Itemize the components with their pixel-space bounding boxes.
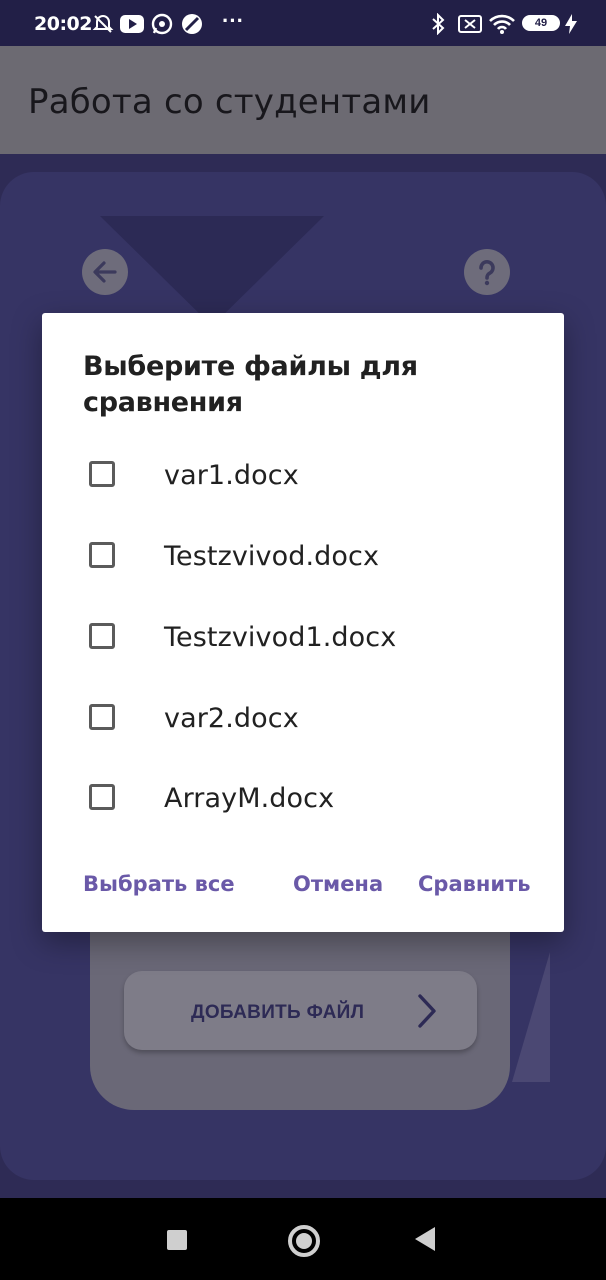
add-file-label: ДОБАВИТЬ ФАЙЛ <box>191 1002 365 1023</box>
home-icon[interactable] <box>288 1225 320 1257</box>
checkbox[interactable] <box>89 704 115 730</box>
chevron-right-icon <box>416 993 438 1034</box>
app-bar: Работа со студентами <box>0 46 606 154</box>
file-option-row[interactable]: Testzvivod.docx <box>42 516 564 596</box>
checkbox[interactable] <box>89 623 115 649</box>
add-file-button[interactable]: ДОБАВИТЬ ФАЙЛ <box>124 971 477 1050</box>
overflow-dots-icon: ··· <box>222 8 244 33</box>
checkbox[interactable] <box>89 542 115 568</box>
bluetooth-icon <box>430 13 446 35</box>
cancel-button[interactable]: Отмена <box>293 872 383 896</box>
checkbox[interactable] <box>89 784 115 810</box>
checkbox[interactable] <box>89 461 115 487</box>
compare-button[interactable]: Сравнить <box>418 872 531 896</box>
back-arrow-icon[interactable] <box>82 249 128 295</box>
select-all-button[interactable]: Выбрать все <box>83 872 235 896</box>
file-option-row[interactable]: var2.docx <box>42 678 564 758</box>
file-name: var2.docx <box>164 703 299 734</box>
select-files-dialog: Выберите файлы для сравнения var1.docx T… <box>42 313 564 932</box>
file-option-row[interactable]: ArrayM.docx <box>42 758 564 838</box>
app-bar-title: Работа со студентами <box>28 82 431 122</box>
sim-off-icon <box>458 13 482 35</box>
status-time: 20:02 <box>34 13 92 35</box>
help-icon[interactable] <box>464 249 510 295</box>
file-name: var1.docx <box>164 460 299 491</box>
youtube-icon <box>120 13 144 35</box>
app-icon <box>181 13 203 35</box>
decor-shape <box>512 952 550 1082</box>
file-option-row[interactable]: var1.docx <box>42 435 564 515</box>
file-name: ArrayM.docx <box>164 783 335 814</box>
file-name: Testzvivod.docx <box>164 541 380 572</box>
wifi-icon <box>488 13 516 35</box>
dialog-title: Выберите файлы для сравнения <box>83 351 418 418</box>
whatsapp-icon <box>151 13 173 35</box>
navigation-bar <box>0 1198 606 1280</box>
charging-icon <box>565 13 577 35</box>
battery-icon: 49 <box>522 15 560 31</box>
file-name: Testzvivod1.docx <box>164 622 397 653</box>
alarm-off-icon <box>92 13 114 35</box>
file-option-row[interactable]: Testzvivod1.docx <box>42 597 564 677</box>
decor-triangle <box>100 216 324 326</box>
status-bar: 20:02 ··· 49 <box>0 0 606 46</box>
recents-icon[interactable] <box>167 1230 187 1250</box>
back-icon[interactable] <box>415 1227 435 1251</box>
